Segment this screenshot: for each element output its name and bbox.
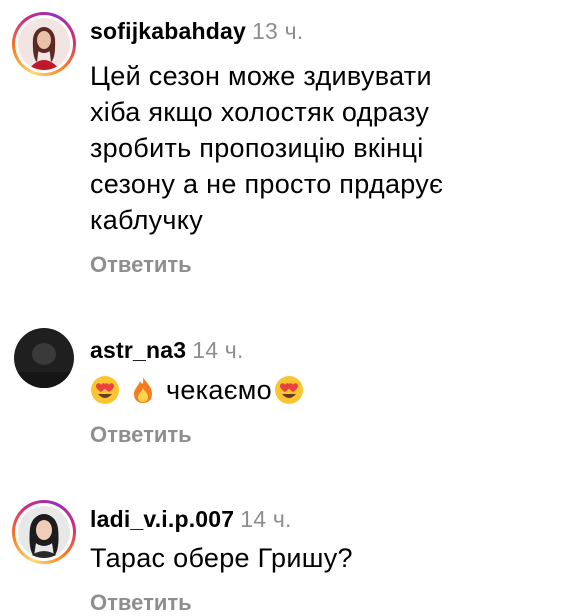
comment-text: Тарас обере Гришу? <box>90 543 353 573</box>
avatar[interactable] <box>14 328 74 388</box>
comment-line: Цей сезон може здивувати <box>90 61 432 91</box>
reply-button[interactable]: Ответить <box>90 252 192 278</box>
profile-photo-woman-dark-hair <box>18 506 70 558</box>
timestamp: 14 ч. <box>240 506 292 532</box>
profile-photo-woman-red <box>18 18 70 70</box>
comment-line: сезону а не просто прдарує <box>90 169 444 199</box>
username-text[interactable]: sofijkabahday <box>90 18 246 44</box>
heart-eyes-emoji <box>90 375 120 405</box>
comment-text: Цей сезон може здивувати хіба якщо холос… <box>90 58 550 238</box>
timestamp: 13 ч. <box>252 18 304 44</box>
timestamp: 14 ч. <box>192 337 244 363</box>
username[interactable]: astr_na3 14 ч. <box>90 337 244 364</box>
comment-text: чекаємо <box>90 370 550 408</box>
profile-photo-dark <box>14 328 74 388</box>
comment-line: хіба якщо холостяк одразу <box>90 97 430 127</box>
avatar[interactable] <box>12 12 76 76</box>
username-text[interactable]: ladi_v.i.p.007 <box>90 506 234 532</box>
fire-emoji <box>128 375 158 405</box>
comment-line: зробить пропозицію вкінці <box>90 133 424 163</box>
username[interactable]: sofijkabahday 13 ч. <box>90 18 303 45</box>
heart-eyes-emoji <box>274 375 304 405</box>
reply-button[interactable]: Ответить <box>90 590 192 616</box>
comment-text-word: чекаємо <box>166 374 272 405</box>
reply-button[interactable]: Ответить <box>90 422 192 448</box>
comment-line: каблучку <box>90 205 204 235</box>
username-text[interactable]: astr_na3 <box>90 337 186 363</box>
avatar[interactable] <box>12 500 76 564</box>
username[interactable]: ladi_v.i.p.007 14 ч. <box>90 506 292 533</box>
